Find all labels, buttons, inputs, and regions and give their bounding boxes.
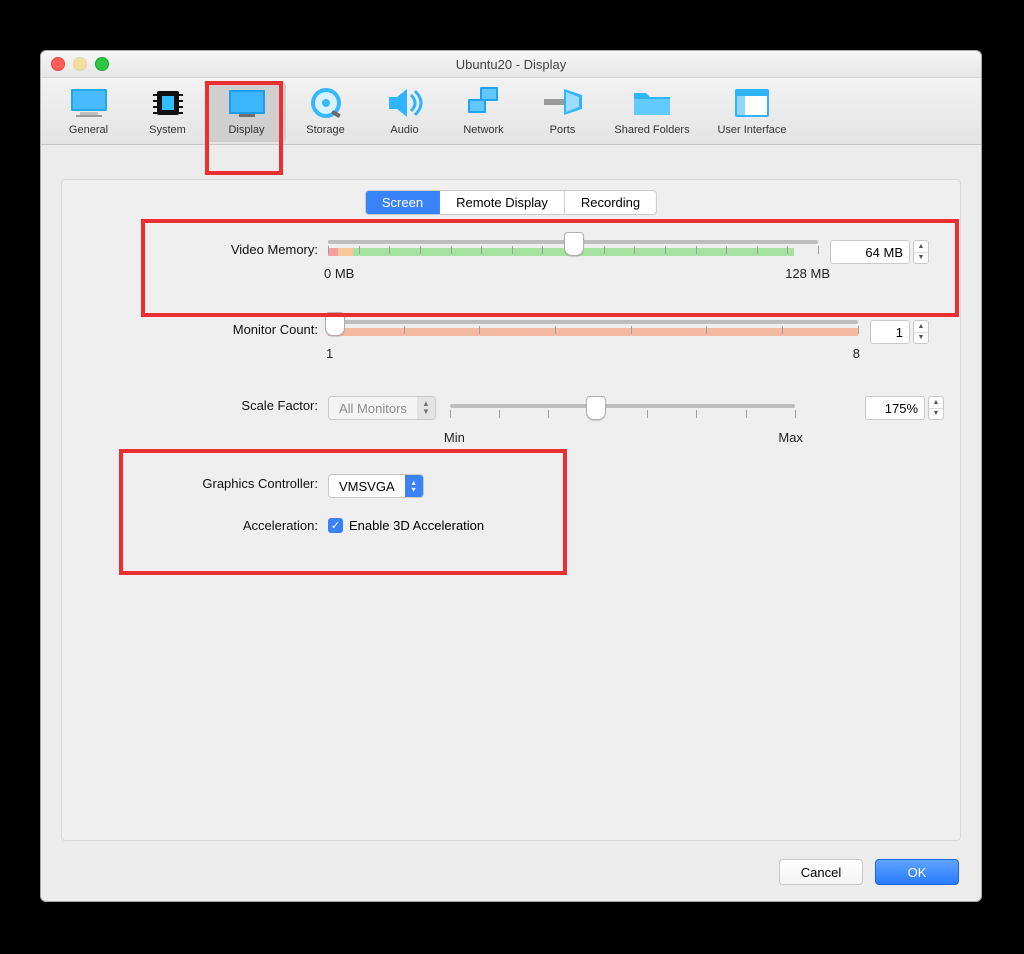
window-layout-icon bbox=[731, 86, 773, 120]
video-memory-slider[interactable]: 0 MB 128 MB bbox=[328, 240, 818, 244]
network-icon bbox=[463, 86, 505, 120]
disk-icon bbox=[305, 86, 347, 120]
toolbar-label: Ports bbox=[550, 124, 576, 136]
toolbar-storage[interactable]: Storage bbox=[286, 82, 365, 142]
settings-panel: Screen Remote Display Recording Video Me… bbox=[61, 179, 961, 841]
toolbar-system[interactable]: System bbox=[128, 82, 207, 142]
toolbar-display[interactable]: Display bbox=[207, 82, 286, 142]
window-title: Ubuntu20 - Display bbox=[41, 57, 981, 72]
tab-screen[interactable]: Screen bbox=[366, 191, 440, 214]
display-icon bbox=[226, 86, 268, 120]
vm-min-label: 0 MB bbox=[324, 266, 354, 281]
toolbar-user-interface[interactable]: User Interface bbox=[702, 82, 802, 142]
slider-thumb[interactable] bbox=[586, 396, 606, 420]
scale-factor-slider[interactable]: Min Max bbox=[450, 404, 795, 408]
chevron-updown-icon: ▲▼ bbox=[417, 397, 435, 419]
enable-3d-checkbox[interactable]: ✓ bbox=[328, 518, 343, 533]
toolbar-network[interactable]: Network bbox=[444, 82, 523, 142]
folder-icon bbox=[631, 86, 673, 120]
graphics-controller-select[interactable]: VMSVGA ▴▾ bbox=[328, 474, 424, 498]
display-tabs: Screen Remote Display Recording bbox=[365, 190, 657, 215]
toolbar-label: Network bbox=[463, 124, 503, 136]
toolbar-shared-folders[interactable]: Shared Folders bbox=[602, 82, 702, 142]
mc-min-label: 1 bbox=[326, 346, 333, 361]
scale-monitor-select[interactable]: All Monitors ▲▼ bbox=[328, 396, 436, 420]
scale-factor-value[interactable]: 175% bbox=[865, 396, 925, 420]
monitor-count-slider[interactable]: 1 8 bbox=[328, 320, 858, 324]
graphics-controller-label: Graphics Controller: bbox=[62, 474, 328, 491]
tab-remote-display[interactable]: Remote Display bbox=[440, 191, 565, 214]
chevron-updown-icon: ▴▾ bbox=[405, 475, 423, 497]
dialog-footer: Cancel OK bbox=[779, 859, 959, 885]
toolbar-general[interactable]: General bbox=[49, 82, 128, 142]
slider-thumb[interactable] bbox=[564, 232, 584, 256]
slider-thumb[interactable] bbox=[325, 312, 345, 336]
video-memory-value[interactable]: 64 MB bbox=[830, 240, 910, 264]
enable-3d-label[interactable]: Enable 3D Acceleration bbox=[349, 518, 484, 533]
acceleration-label: Acceleration: bbox=[62, 518, 328, 533]
toolbar-audio[interactable]: Audio bbox=[365, 82, 444, 142]
toolbar-label: Audio bbox=[390, 124, 418, 136]
video-memory-label: Video Memory: bbox=[62, 240, 328, 257]
toolbar-label: Display bbox=[228, 124, 264, 136]
tab-recording[interactable]: Recording bbox=[565, 191, 656, 214]
video-memory-stepper[interactable]: ▲▼ bbox=[913, 240, 929, 264]
toolbar-label: System bbox=[149, 124, 186, 136]
titlebar[interactable]: Ubuntu20 - Display bbox=[41, 51, 981, 78]
ok-button[interactable]: OK bbox=[875, 859, 959, 885]
zoom-icon[interactable] bbox=[95, 57, 109, 71]
close-icon[interactable] bbox=[51, 57, 65, 71]
toolbar-label: General bbox=[69, 124, 108, 136]
cancel-button[interactable]: Cancel bbox=[779, 859, 863, 885]
settings-window: Ubuntu20 - Display General System Displa… bbox=[40, 50, 982, 902]
mc-max-label: 8 bbox=[853, 346, 860, 361]
toolbar-label: Shared Folders bbox=[614, 124, 689, 136]
monitor-count-stepper[interactable]: ▲▼ bbox=[913, 320, 929, 344]
minimize-icon bbox=[73, 57, 87, 71]
monitor-icon bbox=[68, 86, 110, 120]
speaker-icon bbox=[384, 86, 426, 120]
toolbar-label: Storage bbox=[306, 124, 345, 136]
monitor-count-value[interactable]: 1 bbox=[870, 320, 910, 344]
section-toolbar: General System Display Storage Audio bbox=[41, 78, 981, 145]
sf-max-label: Max bbox=[778, 430, 803, 445]
toolbar-ports[interactable]: Ports bbox=[523, 82, 602, 142]
toolbar-label: User Interface bbox=[717, 124, 786, 136]
port-icon bbox=[542, 86, 584, 120]
scale-factor-stepper[interactable]: ▲▼ bbox=[928, 396, 944, 420]
scale-factor-label: Scale Factor: bbox=[62, 396, 328, 413]
sf-min-label: Min bbox=[444, 430, 465, 445]
monitor-count-label: Monitor Count: bbox=[62, 320, 328, 337]
vm-max-label: 128 MB bbox=[785, 266, 830, 281]
chip-icon bbox=[147, 86, 189, 120]
